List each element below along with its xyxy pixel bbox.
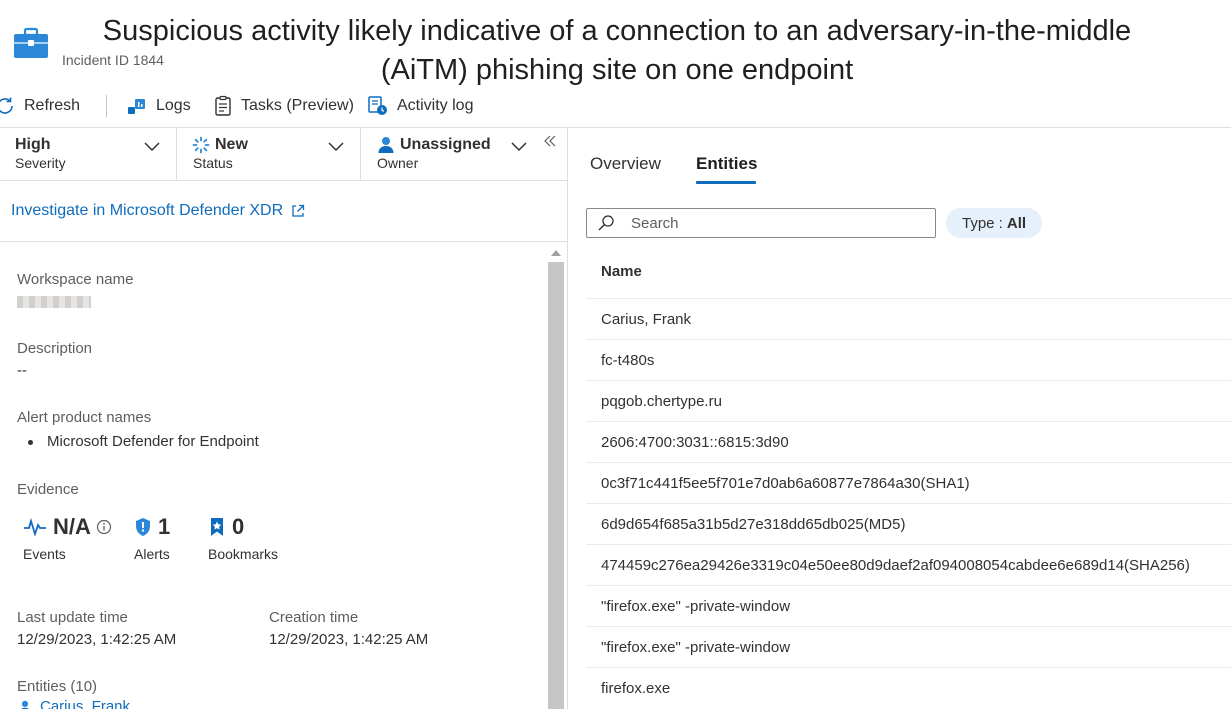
alert-product-names-label: Alert product names: [17, 409, 152, 426]
evidence-events[interactable]: N/A Events: [23, 512, 118, 562]
owner-dropdown[interactable]: Unassigned Owner: [361, 128, 533, 180]
status-dropdown[interactable]: New Status: [177, 128, 360, 180]
logs-icon: [128, 99, 145, 114]
last-update-time-label: Last update time: [17, 609, 128, 626]
evidence-bookmarks[interactable]: 0 Bookmarks: [208, 512, 278, 562]
bookmarks-label: Bookmarks: [208, 546, 279, 562]
incident-header: Suspicious activity likely indicative of…: [0, 0, 1231, 90]
table-row[interactable]: 2606:4700:3031::6815:3d90: [586, 421, 1231, 462]
person-icon: [378, 137, 394, 153]
info-icon[interactable]: [96, 519, 112, 535]
collapse-panel-icon[interactable]: [543, 134, 557, 148]
last-update-time-value: 12/29/2023, 1:42:25 AM: [17, 631, 177, 648]
severity-value: High: [15, 136, 51, 153]
tab-overview[interactable]: Overview: [590, 154, 661, 174]
active-tab-indicator: [696, 181, 756, 184]
briefcase-icon: [14, 27, 48, 58]
chevron-down-icon: [511, 142, 527, 152]
scroll-thumb[interactable]: [548, 262, 564, 709]
table-row[interactable]: Carius, Frank: [586, 298, 1231, 339]
bookmarks-value: 0: [232, 514, 245, 539]
type-filter-label: Type :: [962, 214, 1003, 232]
activity-log-label: Activity log: [397, 97, 474, 114]
section-divider: [0, 241, 567, 242]
scroll-up-arrow[interactable]: [551, 250, 561, 256]
alerts-label: Alerts: [134, 546, 170, 562]
person-icon: [20, 700, 30, 709]
external-link-icon: [292, 204, 305, 217]
owner-value-group: Unassigned: [377, 136, 491, 154]
tab-entities[interactable]: Entities: [696, 154, 757, 174]
evidence-alerts[interactable]: 1 Alerts: [134, 512, 170, 562]
table-row[interactable]: firefox.exe: [586, 667, 1231, 708]
description-value: --: [17, 362, 27, 379]
entities-panel: Overview Entities Type : All Name Carius…: [569, 128, 1231, 709]
activity-log-icon: [368, 96, 387, 115]
entities-count-label: Entities (10): [17, 678, 98, 695]
type-filter-pill[interactable]: Type : All: [946, 208, 1043, 238]
entities-table: Carius, Frank fc-t480s pqgob.chertype.ru…: [586, 298, 1231, 708]
chevron-down-icon: [144, 142, 160, 152]
alerts-value: 1: [158, 514, 171, 539]
logs-label: Logs: [156, 97, 191, 114]
refresh-button[interactable]: Refresh: [0, 92, 80, 120]
status-value: New: [215, 136, 248, 153]
table-row[interactable]: "firefox.exe" -private-window: [586, 626, 1231, 667]
page-title: Suspicious activity likely indicative of…: [102, 15, 1132, 86]
column-header-name[interactable]: Name: [601, 263, 642, 280]
status-label: Status: [193, 155, 233, 171]
tasks-icon: [215, 95, 231, 116]
tasks-label: Tasks (Preview): [241, 97, 354, 114]
table-row[interactable]: fc-t480s: [586, 339, 1231, 380]
tasks-button[interactable]: Tasks (Preview): [213, 92, 354, 120]
bookmark-icon: [211, 518, 223, 536]
new-status-icon: [192, 136, 210, 154]
evidence-label: Evidence: [17, 481, 79, 498]
chevron-down-icon: [328, 142, 344, 152]
table-row[interactable]: 474459c276ea29426e3319c04e50ee80d9daef2a…: [586, 544, 1231, 585]
refresh-label: Refresh: [24, 97, 81, 114]
type-filter-value: All: [1006, 214, 1027, 232]
incident-details-panel: High Severity New Status Unassigned Owne…: [0, 128, 568, 709]
entity-search-box[interactable]: [586, 208, 936, 238]
severity-label: Severity: [15, 155, 66, 171]
entity-link-label: Carius, Frank: [40, 698, 131, 709]
alert-product-item: Microsoft Defender for Endpoint: [47, 433, 259, 450]
toolbar-separator: [106, 95, 107, 117]
description-label: Description: [17, 340, 93, 357]
shield-icon: [136, 518, 150, 536]
pulse-icon: [24, 518, 46, 536]
activity-log-button[interactable]: Activity log: [367, 92, 473, 120]
list-bullet: [28, 440, 33, 445]
owner-value: Unassigned: [400, 136, 491, 153]
command-bar: Refresh Logs Tasks (Preview) Activity lo…: [0, 92, 1231, 120]
table-row[interactable]: 6d9d654f685a31b5d27e318dd65db025(MD5): [586, 503, 1231, 544]
creation-time-value: 12/29/2023, 1:42:25 AM: [269, 631, 429, 648]
search-icon: [598, 215, 614, 231]
events-value: N/A: [53, 514, 91, 539]
table-row[interactable]: pqgob.chertype.ru: [586, 380, 1231, 421]
incident-id: Incident ID 1844: [62, 52, 164, 68]
workspace-name-label: Workspace name: [17, 271, 134, 288]
entity-link-first[interactable]: Carius, Frank: [18, 698, 130, 709]
investigate-link-label: Investigate in Microsoft Defender XDR: [11, 202, 284, 219]
table-row[interactable]: 0c3f71c441f5ee5f701e7d0ab6a60877e7864a30…: [586, 462, 1231, 503]
incident-property-bar: High Severity New Status Unassigned Owne…: [0, 128, 567, 181]
investigate-defender-link[interactable]: Investigate in Microsoft Defender XDR: [11, 202, 305, 220]
status-value-group: New: [192, 136, 248, 154]
left-panel-scrollbar[interactable]: [547, 246, 565, 709]
creation-time-label: Creation time: [269, 609, 359, 626]
workspace-name-value-redacted: [17, 296, 91, 308]
table-row[interactable]: "firefox.exe" -private-window: [586, 585, 1231, 626]
events-label: Events: [23, 546, 66, 562]
refresh-icon: [0, 97, 13, 114]
owner-label: Owner: [377, 155, 419, 171]
search-input[interactable]: [631, 214, 911, 232]
severity-dropdown[interactable]: High Severity: [0, 128, 176, 180]
logs-button[interactable]: Logs: [126, 92, 191, 120]
